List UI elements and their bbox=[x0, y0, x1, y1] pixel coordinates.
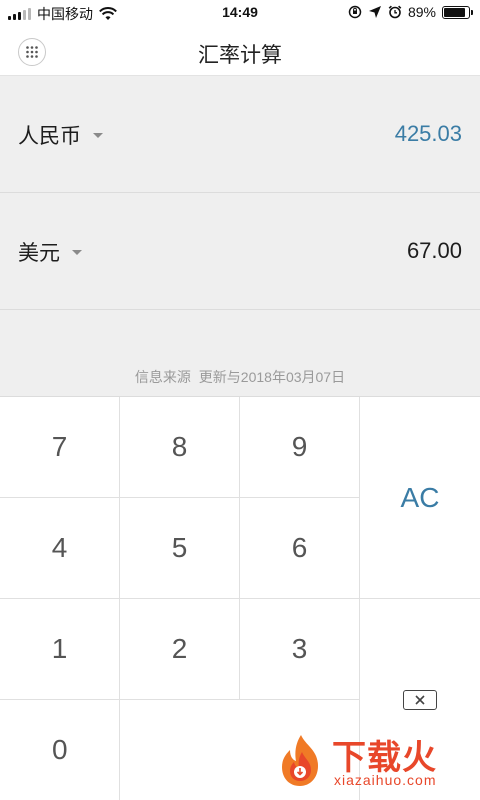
backspace-icon bbox=[403, 690, 437, 710]
update-date: 更新与2018年03月07日 bbox=[198, 369, 346, 385]
key-9[interactable]: 9 bbox=[240, 397, 360, 498]
key-4[interactable]: 4 bbox=[0, 498, 120, 599]
battery-fill bbox=[444, 7, 466, 17]
currency-name: 美元 bbox=[18, 242, 60, 265]
key-0[interactable]: 0 bbox=[0, 700, 120, 800]
source-info: 信息来源 更新与2018年03月07日 bbox=[0, 367, 480, 387]
currency-row-cny[interactable]: 人民币 425.03 bbox=[0, 76, 480, 193]
clear-button[interactable]: AC bbox=[360, 397, 480, 599]
alarm-icon bbox=[388, 5, 402, 19]
key-2[interactable]: 2 bbox=[120, 599, 240, 700]
key-8[interactable]: 8 bbox=[120, 397, 240, 498]
key-1[interactable]: 1 bbox=[0, 599, 120, 700]
page-title: 汇率计算 bbox=[198, 44, 282, 67]
battery-icon bbox=[442, 5, 473, 19]
caret-down-icon bbox=[93, 132, 103, 138]
nav-bar: 汇率计算 bbox=[0, 26, 480, 76]
currency-selector-usd[interactable]: 美元 bbox=[18, 237, 82, 267]
key-5[interactable]: 5 bbox=[120, 498, 240, 599]
key-6[interactable]: 6 bbox=[240, 498, 360, 599]
battery-percent: 89% bbox=[407, 4, 436, 20]
currency-name: 人民币 bbox=[18, 125, 81, 148]
currency-value-cny: 425.03 bbox=[394, 121, 462, 146]
watermark: 下载火 xiazaihuo.com bbox=[272, 730, 472, 794]
status-bar: 中国移动 14:49 89% bbox=[0, 0, 480, 26]
flame-logo-icon bbox=[282, 735, 318, 786]
source-label[interactable]: 信息来源 bbox=[135, 369, 191, 385]
caret-down-icon bbox=[72, 249, 82, 255]
currency-row-usd[interactable]: 美元 67.00 bbox=[0, 193, 480, 310]
currency-value-usd: 67.00 bbox=[406, 238, 462, 263]
location-icon bbox=[368, 6, 381, 18]
rotation-lock-icon bbox=[348, 5, 362, 19]
key-7[interactable]: 7 bbox=[0, 397, 120, 498]
status-right: 89% bbox=[348, 4, 473, 20]
key-3[interactable]: 3 bbox=[240, 599, 360, 700]
currency-area: 人民币 425.03 美元 67.00 信息来源 更新与2018年03月07日 bbox=[0, 76, 480, 396]
watermark-domain: xiazaihuo.com bbox=[334, 772, 437, 788]
currency-selector-cny[interactable]: 人民币 bbox=[18, 120, 103, 150]
